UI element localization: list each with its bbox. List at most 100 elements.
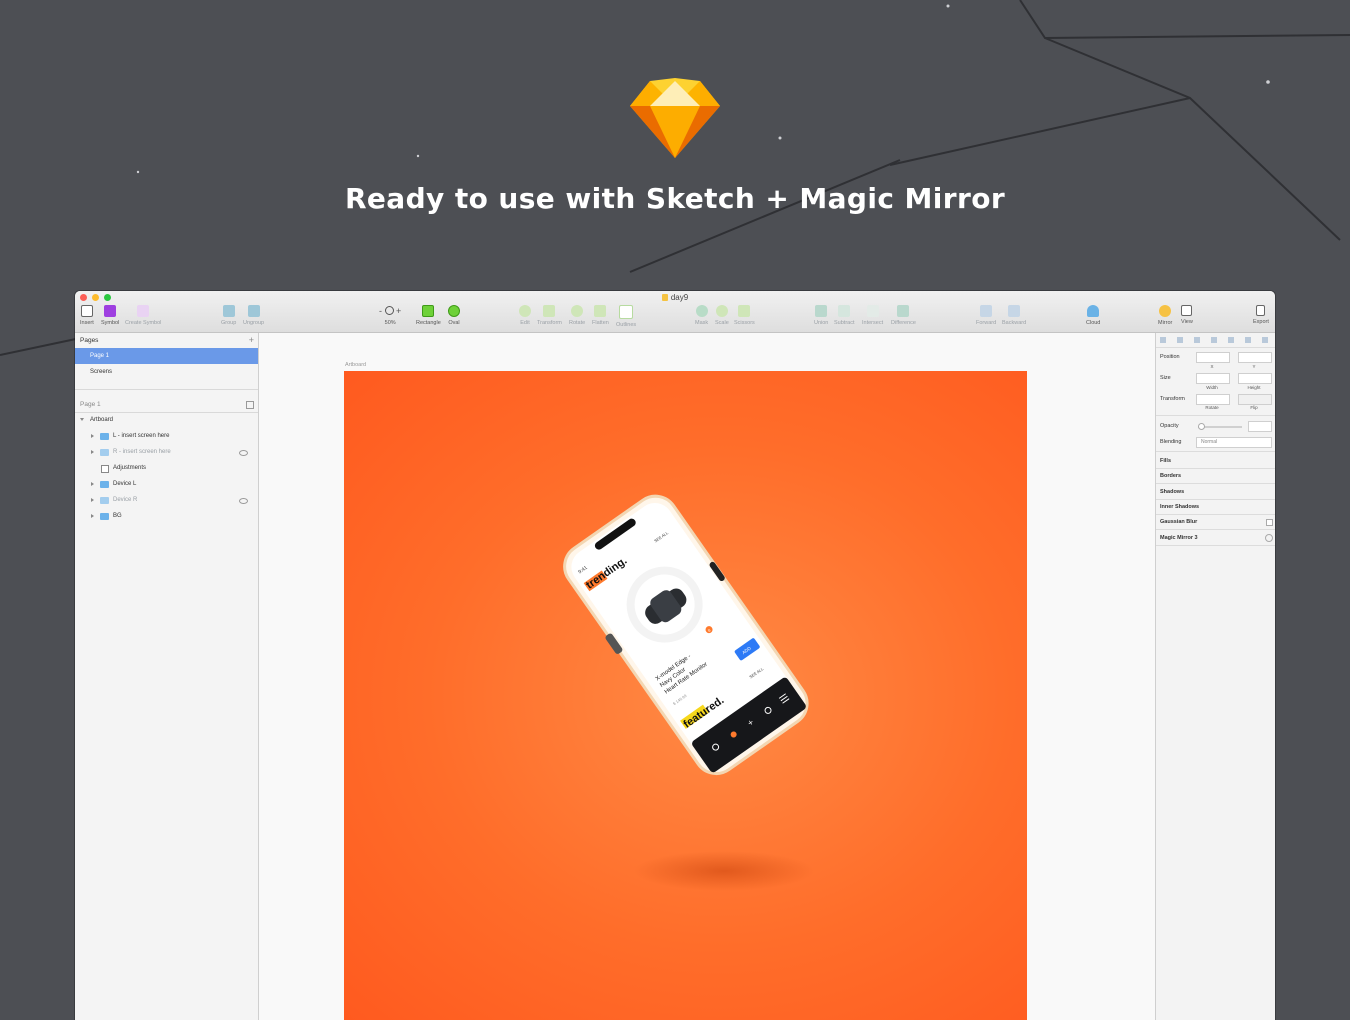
hero-title: Ready to use with Sketch + Magic Mirror	[344, 182, 1006, 215]
position-x-field[interactable]	[1196, 352, 1230, 363]
insert-button[interactable]: Insert	[80, 305, 94, 326]
union-icon	[815, 305, 828, 317]
outlines-button[interactable]: Outlines	[616, 305, 636, 328]
subtract-button[interactable]: Subtract	[834, 305, 854, 326]
magic-mirror-section[interactable]: Magic Mirror 3	[1160, 535, 1198, 541]
mirror-button[interactable]: Mirror	[1158, 305, 1172, 326]
page-item-page-1[interactable]: Page 1	[75, 348, 258, 364]
height-field[interactable]	[1238, 373, 1272, 384]
align-bottom-icon[interactable]	[1245, 337, 1251, 343]
rotate-field[interactable]	[1196, 394, 1230, 405]
title-bar: day9 Insert Symbol Create Symbol Group U…	[75, 291, 1275, 333]
subtract-icon	[838, 305, 851, 317]
mask-button[interactable]: Mask	[695, 305, 708, 326]
inspector-divider	[1156, 483, 1275, 484]
align-left-icon[interactable]	[1160, 337, 1166, 343]
width-field[interactable]	[1196, 373, 1230, 384]
export-button[interactable]: Export	[1253, 305, 1269, 325]
backward-icon	[1008, 305, 1021, 317]
insert-icon	[80, 305, 93, 317]
layer-row[interactable]: Adjustments	[75, 460, 258, 476]
mask-icon	[695, 305, 708, 317]
rotate-button[interactable]: Rotate	[569, 305, 585, 326]
document-icon	[661, 294, 668, 301]
layer-artboard[interactable]: Artboard	[75, 412, 258, 428]
zoom-in-button[interactable]: +	[396, 306, 401, 316]
visibility-eye-icon[interactable]	[239, 498, 248, 504]
intersect-button[interactable]: Intersect	[862, 305, 883, 326]
create-symbol-button[interactable]: Create Symbol	[125, 305, 161, 326]
opacity-field[interactable]	[1248, 421, 1272, 432]
artboard-label[interactable]: Artboard	[345, 362, 366, 368]
layer-row[interactable]: BG	[75, 508, 258, 524]
layer-row[interactable]: R - insert screen here	[75, 444, 258, 460]
group-button[interactable]: Group	[221, 305, 236, 326]
position-y-field[interactable]	[1238, 352, 1272, 363]
zoom-control[interactable]: - + 50%	[379, 305, 401, 326]
align-center-icon[interactable]	[1177, 337, 1183, 343]
visibility-eye-icon[interactable]	[239, 450, 248, 456]
flip-buttons[interactable]	[1238, 394, 1272, 405]
flatten-button[interactable]: Flatten	[592, 305, 609, 326]
layers-sidebar: Pages + Page 1 Screens Page 1 Artboard L…	[75, 333, 259, 1020]
blending-select[interactable]: Normal	[1196, 437, 1272, 448]
transform-button[interactable]: Transform	[537, 305, 562, 326]
opacity-slider-knob[interactable]	[1198, 423, 1205, 430]
view-button[interactable]: View	[1181, 305, 1193, 325]
scissors-icon	[738, 305, 751, 317]
flatten-icon	[594, 305, 607, 317]
width-label: Width	[1206, 385, 1218, 390]
distribute-icon[interactable]	[1262, 337, 1268, 343]
collapse-layers-icon[interactable]	[246, 401, 254, 409]
rotate-icon	[571, 305, 584, 317]
borders-section[interactable]: Borders	[1160, 473, 1181, 479]
layer-row[interactable]: L - insert screen here	[75, 428, 258, 444]
folder-icon	[100, 513, 109, 520]
disclosure-triangle-icon[interactable]	[91, 498, 94, 502]
zoom-out-button[interactable]: -	[379, 306, 382, 316]
page-item-screens[interactable]: Screens	[75, 364, 258, 380]
zoom-buttons[interactable]: - +	[379, 305, 401, 317]
symbol-button[interactable]: Symbol	[101, 305, 119, 326]
align-right-icon[interactable]	[1194, 337, 1200, 343]
cloud-icon	[1087, 305, 1100, 317]
fills-section[interactable]: Fills	[1160, 458, 1171, 464]
disclosure-triangle-icon[interactable]	[80, 418, 84, 421]
layers-header: Page 1	[75, 397, 258, 412]
add-page-button[interactable]: +	[244, 333, 254, 348]
artboard[interactable]: 9:41 trending. SEE ALL 8 X-model Edge - …	[344, 371, 1027, 1020]
scale-button[interactable]: Scale	[715, 305, 729, 326]
align-top-icon[interactable]	[1211, 337, 1217, 343]
position-y-label: Y	[1252, 364, 1256, 369]
disclosure-triangle-icon[interactable]	[91, 434, 94, 438]
intersect-icon	[866, 305, 879, 317]
inspector-divider	[1156, 451, 1275, 452]
inner-shadows-section[interactable]: Inner Shadows	[1160, 504, 1199, 510]
union-button[interactable]: Union	[814, 305, 828, 326]
rectangle-tool[interactable]: Rectangle	[416, 305, 441, 326]
canvas[interactable]: Artboard 9:41 trending. SEE ALL 8 X-mode…	[259, 333, 1155, 1020]
backward-button[interactable]: Backward	[1002, 305, 1026, 326]
alignment-toolbar	[1156, 333, 1275, 348]
forward-icon	[980, 305, 993, 317]
scissors-button[interactable]: Scissors	[734, 305, 755, 326]
edit-icon	[519, 305, 531, 317]
inspector-divider	[1156, 415, 1275, 416]
gaussian-blur-section[interactable]: Gaussian Blur	[1160, 519, 1197, 525]
disclosure-triangle-icon[interactable]	[91, 450, 94, 454]
disclosure-triangle-icon[interactable]	[91, 482, 94, 486]
oval-tool[interactable]: Oval	[448, 305, 460, 326]
disclosure-triangle-icon[interactable]	[91, 514, 94, 518]
gear-icon[interactable]	[1265, 534, 1273, 542]
gaussian-blur-checkbox[interactable]	[1266, 519, 1273, 526]
layer-row[interactable]: Device L	[75, 476, 258, 492]
edit-button[interactable]: Edit	[519, 305, 531, 326]
layer-row[interactable]: Device R	[75, 492, 258, 508]
cloud-button[interactable]: Cloud	[1086, 305, 1100, 326]
forward-button[interactable]: Forward	[976, 305, 996, 326]
transform-icon	[543, 305, 556, 317]
align-middle-icon[interactable]	[1228, 337, 1234, 343]
difference-button[interactable]: Difference	[891, 305, 916, 326]
ungroup-button[interactable]: Ungroup	[243, 305, 264, 326]
shadows-section[interactable]: Shadows	[1160, 489, 1184, 495]
